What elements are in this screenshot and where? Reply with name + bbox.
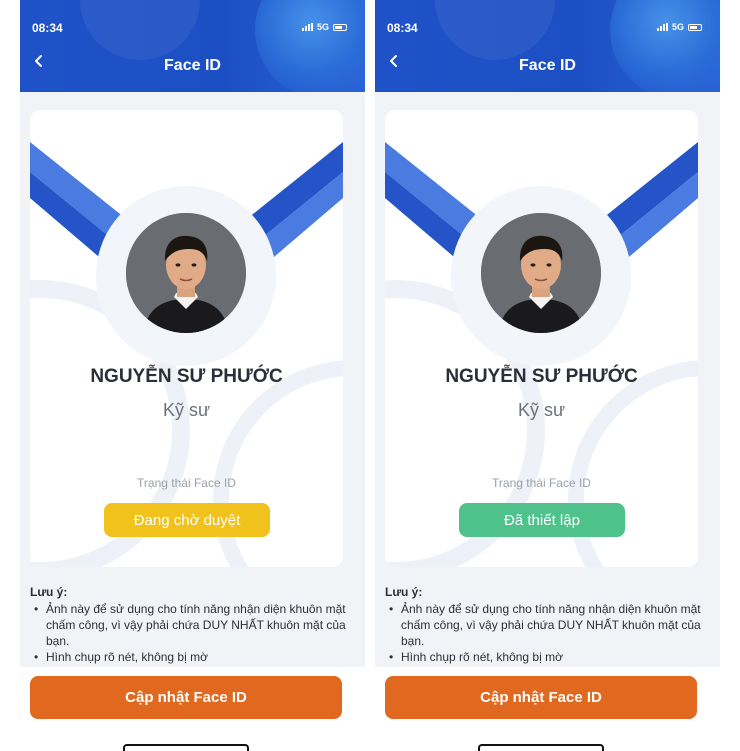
note-section: Lưu ý: Ảnh này để sử dụng cho tính năng … [385,584,705,665]
home-indicator [478,744,604,751]
network-label: 5G [671,22,684,32]
faceid-status-badge: Đã thiết lập [459,503,625,537]
glow-decoration [435,0,555,60]
profile-card: NGUYỄN SƯ PHƯỚC Kỹ sư Trạng thái Face ID… [30,110,343,567]
update-faceid-button[interactable]: Cập nhật Face ID [30,676,342,719]
portrait-image [481,213,601,333]
avatar [481,213,601,333]
screens-container: 08:34 5G Face ID NGUYỄN SƯ PHƯỚC Kỹ sư T… [0,0,740,751]
home-indicator [123,744,249,751]
status-time: 08:34 [32,21,63,35]
faceid-status-label: Trạng thái Face ID [492,476,591,490]
app-header: 08:34 5G Face ID [375,0,720,92]
profile-card: NGUYỄN SƯ PHƯỚC Kỹ sư Trạng thái Face ID… [385,110,698,567]
note-title: Lưu ý: [385,585,423,599]
employee-role: Kỹ sư [517,400,566,420]
footer: Cập nhật Face ID [375,667,720,751]
faceid-status-badge: Đang chờ duyệt [104,503,270,537]
content-area[interactable]: NGUYỄN SƯ PHƯỚC Kỹ sư Trạng thái Face ID… [375,92,720,667]
status-time: 08:34 [387,21,418,35]
battery-icon [688,23,702,31]
note-item: Hình chụp rõ nét, không bị mờ [30,649,350,665]
phone-screen-pending: 08:34 5G Face ID NGUYỄN SƯ PHƯỚC Kỹ sư T… [20,0,365,751]
content-area[interactable]: NGUYỄN SƯ PHƯỚC Kỹ sư Trạng thái Face ID… [20,92,365,667]
avatar [126,213,246,333]
signal-bars-icon [656,23,668,31]
app-header: 08:34 5G Face ID [20,0,365,92]
note-list: Ảnh này để sử dụng cho tính năng nhận di… [30,601,350,665]
update-faceid-button[interactable]: Cập nhật Face ID [385,676,697,719]
note-section: Lưu ý: Ảnh này để sử dụng cho tính năng … [30,584,350,665]
page-title: Face ID [519,57,576,74]
employee-name: NGUYỄN SƯ PHƯỚC [445,366,638,387]
phone-screen-configured: 08:34 5G Face ID NGUYỄN SƯ PHƯỚC Kỹ sư T… [375,0,720,751]
globe-decoration [610,0,720,92]
employee-role: Kỹ sư [162,400,211,420]
page-title: Face ID [164,57,221,74]
portrait-image [126,213,246,333]
note-title: Lưu ý: [30,585,68,599]
glow-decoration [80,0,200,60]
footer: Cập nhật Face ID [20,667,365,751]
status-indicators: 5G [656,22,702,32]
status-indicators: 5G [301,22,347,32]
note-item: Ảnh này để sử dụng cho tính năng nhận di… [385,601,705,649]
network-label: 5G [316,22,329,32]
signal-bars-icon [301,23,313,31]
note-item: Ảnh này để sử dụng cho tính năng nhận di… [30,601,350,649]
globe-decoration [255,0,365,92]
battery-icon [333,23,347,31]
note-list: Ảnh này để sử dụng cho tính năng nhận di… [385,601,705,665]
employee-name: NGUYỄN SƯ PHƯỚC [90,366,283,387]
note-item: Hình chụp rõ nét, không bị mờ [385,649,705,665]
faceid-status-label: Trạng thái Face ID [137,476,236,490]
